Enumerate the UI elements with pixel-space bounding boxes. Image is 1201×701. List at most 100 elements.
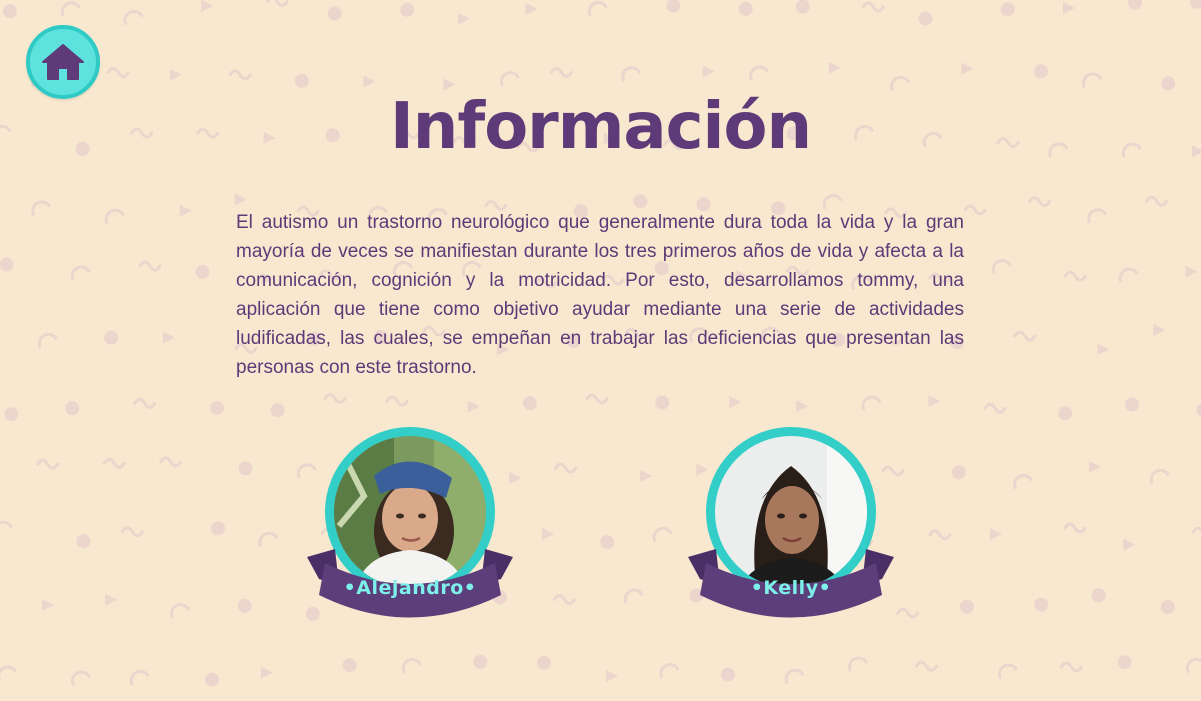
pattern-shape bbox=[522, 396, 537, 411]
pattern-shape bbox=[1160, 600, 1175, 615]
pattern-shape bbox=[525, 2, 538, 15]
pattern-shape bbox=[1063, 270, 1087, 282]
pattern-shape bbox=[549, 67, 573, 78]
pattern-shape bbox=[989, 528, 1002, 541]
pattern-shape bbox=[458, 12, 471, 25]
pattern-shape bbox=[120, 526, 144, 538]
pattern-shape bbox=[918, 11, 933, 26]
pattern-shape bbox=[652, 526, 673, 543]
pattern-shape bbox=[1087, 208, 1107, 224]
home-icon bbox=[42, 44, 84, 80]
pattern-shape bbox=[0, 665, 17, 681]
pattern-shape bbox=[914, 660, 938, 672]
pattern-shape bbox=[784, 668, 805, 684]
pattern-shape bbox=[0, 257, 14, 272]
pattern-shape bbox=[162, 331, 175, 344]
pattern-shape bbox=[1128, 0, 1143, 10]
pattern-shape bbox=[0, 520, 13, 528]
pattern-shape bbox=[169, 68, 182, 81]
pattern-shape bbox=[1191, 526, 1201, 534]
pattern-shape bbox=[159, 456, 183, 468]
pattern-shape bbox=[1033, 64, 1048, 79]
pattern-shape bbox=[655, 395, 670, 410]
description-text: El autismo un trastorno neurológico que … bbox=[236, 212, 964, 378]
pattern-shape bbox=[585, 393, 609, 405]
pattern-shape bbox=[1124, 397, 1139, 412]
pattern-shape bbox=[1185, 657, 1201, 673]
pattern-shape bbox=[237, 598, 252, 613]
pattern-shape bbox=[1059, 661, 1083, 673]
pattern-shape bbox=[105, 593, 118, 606]
pattern-shape bbox=[260, 666, 273, 679]
pattern-shape bbox=[70, 265, 91, 281]
pattern-shape bbox=[42, 599, 55, 612]
pattern-shape bbox=[65, 401, 80, 416]
pattern-shape bbox=[541, 528, 554, 541]
pattern-shape bbox=[659, 663, 679, 679]
pattern-shape bbox=[210, 521, 225, 536]
pattern-shape bbox=[323, 392, 347, 404]
pattern-shape bbox=[1149, 468, 1170, 484]
pattern-shape bbox=[749, 65, 769, 81]
pattern-shape bbox=[205, 672, 220, 687]
pattern-shape bbox=[195, 264, 210, 279]
pattern-shape bbox=[822, 194, 843, 210]
pattern-shape bbox=[138, 260, 162, 272]
pattern-shape bbox=[270, 403, 285, 418]
pattern-shape bbox=[861, 1, 885, 13]
pattern-shape bbox=[1190, 0, 1201, 9]
pattern-shape bbox=[385, 395, 409, 407]
pattern-shape bbox=[554, 462, 578, 474]
pattern-shape bbox=[983, 402, 1007, 414]
pattern-shape bbox=[71, 670, 91, 686]
member-name: •Alejandro• bbox=[343, 577, 477, 599]
pattern-shape bbox=[265, 0, 289, 8]
pattern-shape bbox=[896, 607, 920, 619]
pattern-shape bbox=[179, 204, 192, 217]
pattern-shape bbox=[1013, 473, 1033, 490]
pattern-shape bbox=[36, 458, 60, 470]
pattern-shape bbox=[104, 208, 125, 224]
pattern-shape bbox=[1118, 267, 1139, 283]
pattern-shape bbox=[238, 461, 253, 476]
pattern-shape bbox=[467, 400, 480, 413]
pattern-shape bbox=[1091, 588, 1106, 603]
pattern-shape bbox=[861, 395, 881, 411]
pattern-shape bbox=[106, 67, 130, 78]
pattern-shape bbox=[666, 0, 681, 13]
pattern-shape bbox=[961, 62, 974, 75]
pattern-shape bbox=[258, 531, 279, 547]
page-title: Información bbox=[389, 90, 812, 164]
pattern-shape bbox=[37, 332, 58, 349]
pattern-shape bbox=[960, 599, 975, 614]
pattern-shape bbox=[621, 66, 641, 82]
pattern-shape bbox=[729, 396, 742, 409]
pattern-shape bbox=[828, 61, 841, 74]
pattern-shape bbox=[848, 656, 868, 672]
pattern-shape bbox=[991, 259, 1012, 275]
member-name: •Kelly• bbox=[750, 577, 832, 599]
pattern-shape bbox=[998, 663, 1018, 679]
pattern-shape bbox=[2, 4, 17, 19]
pattern-shape bbox=[201, 0, 214, 12]
pattern-shape bbox=[552, 594, 576, 605]
pattern-shape bbox=[102, 457, 126, 469]
pattern-shape bbox=[1097, 343, 1110, 356]
pattern-shape bbox=[228, 69, 252, 81]
pattern-shape bbox=[1145, 195, 1169, 207]
pattern-shape bbox=[1063, 522, 1087, 534]
pattern-shape bbox=[623, 588, 644, 604]
pattern-shape bbox=[738, 1, 753, 16]
pattern-shape bbox=[1153, 324, 1166, 337]
pattern-shape bbox=[1063, 2, 1076, 15]
pattern-shape bbox=[795, 0, 810, 14]
pattern-shape bbox=[1034, 597, 1049, 612]
pattern-shape bbox=[327, 6, 342, 21]
pattern-shape bbox=[951, 465, 966, 480]
pattern-shape bbox=[129, 669, 150, 685]
pattern-shape bbox=[1013, 330, 1037, 342]
pattern-shape bbox=[600, 535, 615, 550]
pattern-shape bbox=[963, 204, 987, 216]
pattern-shape bbox=[234, 193, 247, 206]
pattern-shape bbox=[1058, 406, 1073, 421]
